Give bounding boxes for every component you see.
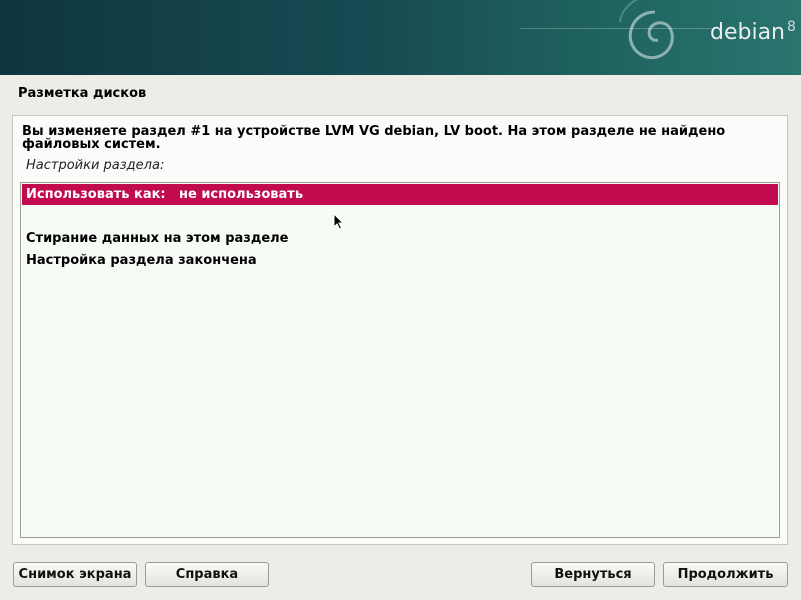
option-done-setting-up[interactable]: Настройка раздела закончена (22, 250, 778, 271)
option-label: Использовать как: (26, 187, 166, 202)
brand-version: 8 (787, 19, 796, 35)
screenshot-button[interactable]: Снимок экрана (13, 562, 137, 587)
option-label: Стирание данных на этом разделе (26, 231, 289, 246)
header-banner: debian 8 (0, 0, 801, 75)
option-use-as[interactable]: Использовать как: не использовать (22, 184, 778, 205)
mouse-pointer-icon (333, 213, 345, 230)
partition-settings-list[interactable]: Использовать как: не использовать Стиран… (20, 182, 780, 538)
debian-swirl-icon (619, 0, 674, 60)
settings-label: Настройки раздела: (26, 158, 165, 173)
partition-description: Вы изменяете раздел #1 на устройстве LVM… (22, 124, 726, 152)
option-label: Настройка раздела закончена (26, 253, 257, 268)
debian-logo: debian 8 (710, 19, 796, 45)
banner-line (520, 28, 720, 29)
help-button[interactable]: Справка (145, 562, 269, 587)
page-title: Разметка дисков (18, 86, 147, 101)
option-erase-data[interactable]: Стирание данных на этом разделе (22, 228, 778, 249)
continue-button[interactable]: Продолжить (663, 562, 788, 587)
content-panel: Вы изменяете раздел #1 на устройстве LVM… (12, 115, 788, 545)
back-button[interactable]: Вернуться (531, 562, 655, 587)
option-value: не использовать (179, 187, 304, 202)
brand-name: debian (710, 20, 786, 45)
